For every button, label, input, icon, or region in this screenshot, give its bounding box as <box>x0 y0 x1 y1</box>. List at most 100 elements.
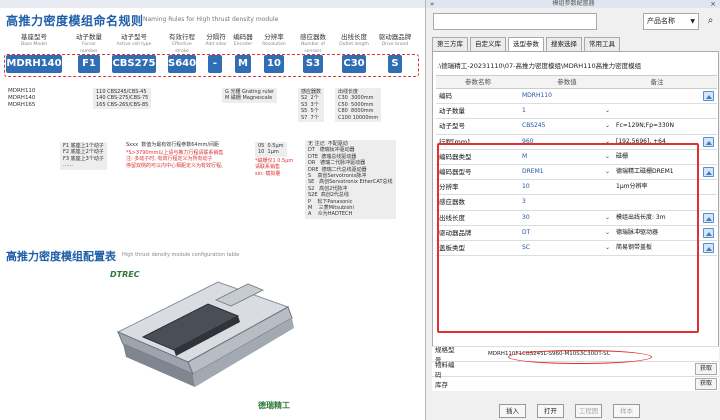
model-code-diagram: 基座型号 Base Model 动子数量 Forcer number 动子型号 Act… <box>0 34 425 242</box>
parameter-content: .\德瑞精工-20231110\07-高推力密度模组\MDRH110高推力密度模… <box>432 51 719 362</box>
caption-forcer-number: 动子数量 Forcer number <box>76 33 102 55</box>
stroke-note: Sxxx 数值为最有效行程参数64mm/间距 <box>126 142 220 148</box>
caption-base-model: 基座型号 Base Model <box>21 33 47 48</box>
image-icon[interactable] <box>703 91 714 101</box>
parameter-image-cell <box>700 165 717 179</box>
segment-outlet: C30 <box>342 55 366 73</box>
tab-search-select[interactable]: 搜索选择 <box>546 37 582 51</box>
chevron-down-icon: ▼ <box>690 18 695 25</box>
parameter-note <box>614 89 700 103</box>
segment-sensors: S3 <box>303 55 323 73</box>
segment-base: MDRH140 <box>6 55 62 73</box>
brand-label: 德瑞精工 <box>258 401 290 410</box>
caption-drive: 驱动器品牌 Drive brand <box>378 33 412 48</box>
caption-outlet: 出线长度 Outlet length <box>339 33 369 48</box>
parameter-image-cell <box>700 195 717 209</box>
column-header-note: 备注 <box>650 78 664 86</box>
segment-cell: CBS275 <box>112 55 156 73</box>
parameter-name: 动子数量 <box>439 107 465 116</box>
search-category-select[interactable]: 产品名称 ▼ <box>643 13 699 30</box>
stroke-warning: *S>3790mm以上请与推力行程请联系销售 注: 多动子时, 有效行程定义为所… <box>126 150 227 169</box>
parameter-name: 编码 <box>439 92 452 100</box>
drawing-button[interactable]: 工程图 <box>575 404 602 418</box>
encoder-options: G 光栅 Grating ruler M 磁栅 Magnescale <box>222 88 278 103</box>
image-icon[interactable] <box>703 242 714 253</box>
spec-row-stock: 库存 获取 <box>432 376 719 391</box>
highlight-box <box>437 143 699 333</box>
segment-encoder: M <box>235 55 251 73</box>
search-input[interactable] <box>433 13 597 30</box>
caption-stroke: 有效行程 Effective stroke <box>169 33 195 55</box>
spec-model-value-cell: MDRH110F1CBS245L-S960-M10S3C30DT-SC <box>458 350 719 364</box>
sensor-options: 感应器数 S2 2个 S3 3个 S5 5个 S7 7个 <box>298 88 325 123</box>
naming-rules-title: 高推力密度模组命名规则 <box>6 14 144 28</box>
segment-stroke: S640 <box>168 55 196 73</box>
chevron-down-icon[interactable]: ⌄ <box>605 104 610 118</box>
drive-options: 无 注记 不配驱动 DT 德瑞钛冲驱动器 DTE 德瑞总线驱动器 DR 德瑞二代… <box>305 140 396 219</box>
parameter-value-cell: MDRH110 <box>520 89 614 103</box>
parameter-value[interactable]: 1 <box>522 107 526 114</box>
image-icon[interactable] <box>703 212 714 223</box>
column-header-value: 参数值 <box>557 78 577 86</box>
parameter-image-cell <box>700 180 717 194</box>
parameter-image-cell <box>700 135 717 149</box>
catalog-document: 高推力密度模组命名规则 Naming Rules for High thrust… <box>0 0 425 420</box>
image-icon[interactable] <box>703 136 714 147</box>
parameter-note <box>614 104 700 118</box>
column-header-image <box>700 76 717 88</box>
parameter-value[interactable]: CBS245 <box>522 122 545 129</box>
spec-label-stock: 库存 <box>435 381 448 389</box>
parameter-image-cell <box>700 211 717 225</box>
resolution-options: 05 0.5μm 10 1μm <box>255 142 287 157</box>
parameter-name: 动子型号 <box>439 122 465 131</box>
tab-common-tools[interactable]: 常用工具 <box>584 37 620 51</box>
linear-module-illustration <box>116 281 294 387</box>
cell-type-options: 110 CBS245/CBS-45 140 CBS-275/CBS-75 165… <box>93 88 152 110</box>
image-icon[interactable] <box>703 166 714 177</box>
tab-custom-library[interactable]: 自定义库 <box>470 37 506 51</box>
close-icon[interactable]: × <box>710 0 716 8</box>
segment-drive: S <box>388 55 402 73</box>
module-photo: DTREC 德瑞精工 <box>98 262 326 420</box>
spec-label-material: 物料编码 <box>435 361 455 379</box>
forcer-options: F1 底座上1个动子 F2 底座上2个动子 F3 底座上3个动子 …… <box>60 142 107 170</box>
spec-section: 规格型号 MDRH110F1CBS245L-S960-M10S3C30DT-SC… <box>432 346 719 391</box>
document-toolbar <box>0 0 425 8</box>
parameter-row: 编码 MDRH110 <box>436 89 717 105</box>
open-button[interactable]: 打开 <box>537 404 564 418</box>
segment-forcer: F1 <box>78 55 100 73</box>
search-icon[interactable]: ⌕ <box>703 13 718 30</box>
naming-rules-subtitle: Naming Rules for High thrust density mod… <box>143 16 279 23</box>
collapse-icon[interactable]: » <box>430 0 434 8</box>
parameter-row: 动子数量 1 ⌄ <box>436 104 717 120</box>
parameter-image-cell <box>700 150 717 164</box>
get-stock-button[interactable]: 获取 <box>695 378 717 390</box>
parameter-note: Fc=129N;Fp=330N <box>616 122 674 130</box>
tab-selection-params[interactable]: 选型参数 <box>508 37 544 52</box>
parameter-value-cell: 1 ⌄ <box>520 104 614 118</box>
parameter-image-cell <box>700 119 717 133</box>
highlight-ellipse <box>508 350 652 364</box>
get-material-button[interactable]: 获取 <box>695 363 717 375</box>
caption-encoder: 编码器 Encoder <box>233 33 253 48</box>
action-buttons: 插入 打开 工程图 样本 <box>426 402 720 419</box>
tab-third-party-library[interactable]: 第三方库 <box>432 37 468 51</box>
segment-resolution: 10 <box>264 55 284 73</box>
sample-button[interactable]: 样本 <box>613 404 640 418</box>
parameter-image-cell <box>700 89 717 103</box>
configurator-panel: 模组参数配置器 » × 产品名称 ▼ ⌕ 第三方库 自定义库 选型参数 搜索选择 … <box>425 0 720 420</box>
parameter-image-cell <box>700 226 717 240</box>
column-header-name: 参数名称 <box>465 78 491 86</box>
parameter-image-cell <box>700 241 717 255</box>
image-icon[interactable] <box>703 227 714 238</box>
config-table-subtitle: High thrust density module configuration… <box>122 252 240 258</box>
tab-bar: 第三方库 自定义库 选型参数 搜索选择 常用工具 <box>432 37 620 52</box>
parameter-row: 动子型号 CBS245 ⌄ Fc=129N;Fp=330N <box>436 119 717 135</box>
caption-cell-type: 动子型号 Active cell type <box>116 33 152 48</box>
parameter-value-cell: CBS245 ⌄ <box>520 119 614 133</box>
parameter-value[interactable]: MDRH110 <box>522 92 552 99</box>
caption-resolution: 分辨率 Resolution <box>262 33 286 48</box>
outlet-options: 出线长度 C30 3000mm C50 5000mm C80 8000mm C1… <box>335 88 382 123</box>
insert-button[interactable]: 插入 <box>499 404 526 418</box>
chevron-down-icon[interactable]: ⌄ <box>605 119 610 133</box>
